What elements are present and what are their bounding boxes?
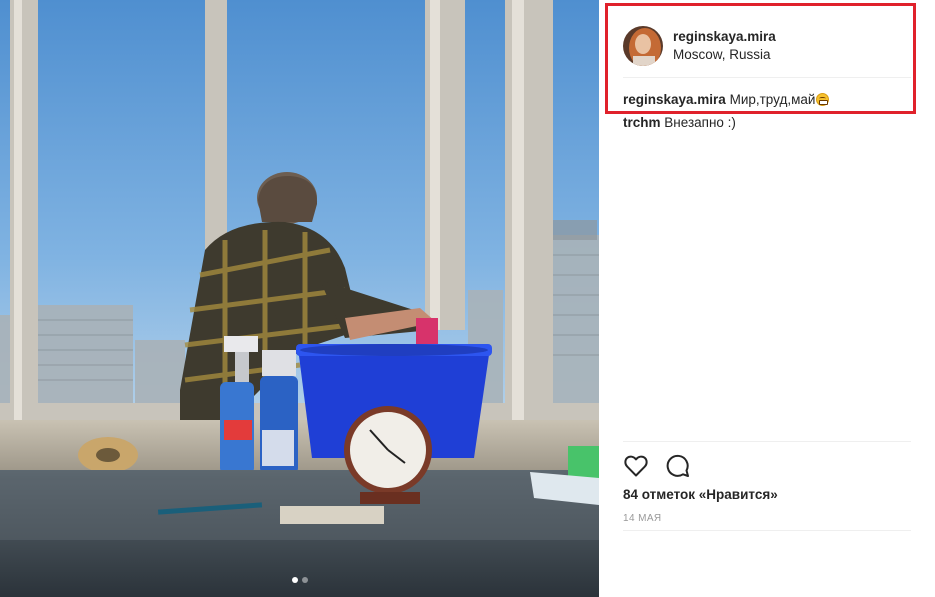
comment-item: trchm Внезапно :) xyxy=(623,114,911,132)
post-timestamp[interactable]: 14 мая xyxy=(623,513,662,524)
carousel-dot-active[interactable] xyxy=(291,577,298,583)
carousel-dot[interactable] xyxy=(301,577,308,583)
comment-author[interactable]: trchm xyxy=(623,115,661,130)
speech-bubble-icon xyxy=(666,454,689,477)
carousel-indicator xyxy=(0,577,599,583)
likes-count[interactable]: 84 отметок «Нравится» xyxy=(623,487,778,502)
photo-image xyxy=(0,0,599,597)
post-side-panel: reginskaya.mira Moscow, Russia reginskay… xyxy=(599,0,935,597)
comment-text: Внезапно :) xyxy=(664,115,736,130)
comment-button[interactable] xyxy=(665,453,691,479)
post-photo[interactable] xyxy=(0,0,599,597)
heart-outline-icon xyxy=(624,455,648,477)
post-actions xyxy=(623,453,691,479)
highlight-box xyxy=(605,3,916,114)
like-button[interactable] xyxy=(623,453,649,479)
actions-divider xyxy=(623,441,911,442)
footer-divider xyxy=(623,530,911,531)
